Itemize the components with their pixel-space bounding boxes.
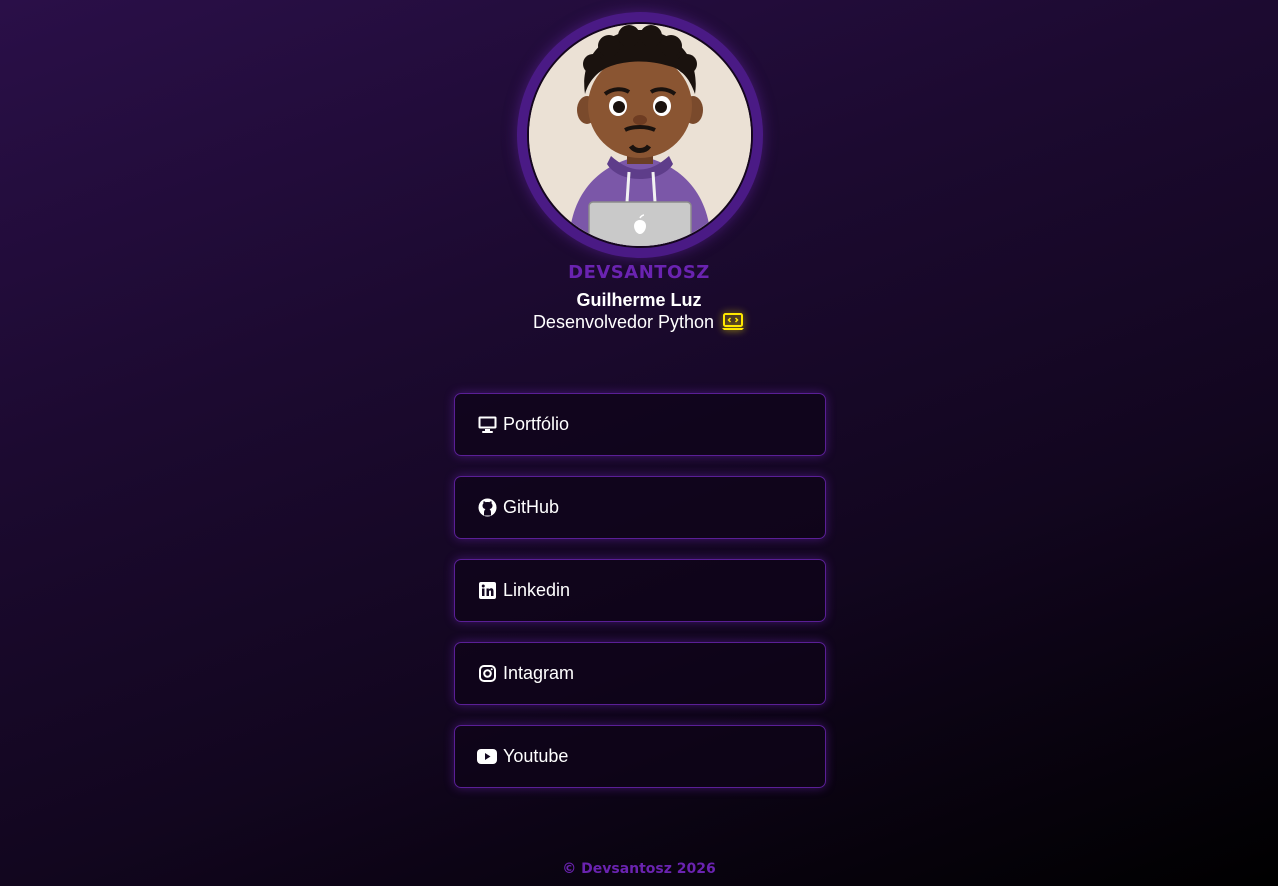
link-list: Portfólio GitHub Linkedin Intagram Youtu… — [454, 393, 826, 808]
laptop-code-icon — [721, 313, 745, 336]
instagram-icon — [477, 664, 497, 684]
link-linkedin-button[interactable]: Linkedin — [454, 559, 826, 622]
profile-role-text: Desenvolvedor Python — [532, 312, 715, 332]
link-github-label: GitHub — [503, 497, 560, 517]
link-github-button[interactable]: GitHub — [454, 476, 826, 539]
avatar — [527, 22, 753, 248]
github-icon — [477, 498, 497, 518]
link-instagram-label: Intagram — [503, 663, 575, 683]
link-portfolio-label: Portfólio — [503, 414, 570, 434]
link-linkedin-label: Linkedin — [503, 580, 571, 600]
link-portfolio-button[interactable]: Portfólio — [454, 393, 826, 456]
link-youtube-button[interactable]: Youtube — [454, 725, 826, 788]
link-instagram-button[interactable]: Intagram — [454, 642, 826, 705]
avatar-illustration — [529, 24, 751, 246]
desktop-icon — [477, 415, 497, 435]
brand-handle: DEVSANTOSZ — [568, 262, 710, 283]
profile-name: Guilherme Luz — [576, 290, 702, 310]
footer-copyright: © Devsantosz 2026 — [562, 861, 716, 877]
linkedin-icon — [477, 581, 497, 601]
profile-role: Desenvolvedor Python — [0, 312, 1278, 336]
link-youtube-label: Youtube — [503, 746, 569, 766]
youtube-icon — [477, 747, 497, 767]
